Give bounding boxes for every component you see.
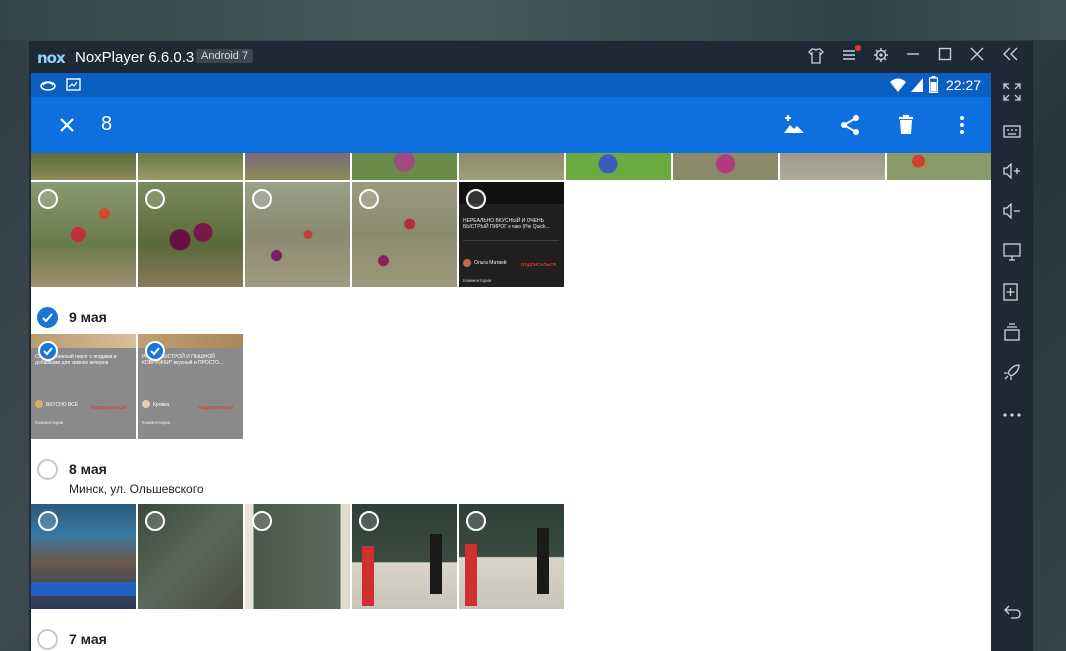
photo-thumbnail[interactable]	[245, 504, 350, 609]
more-options-icon[interactable]	[950, 113, 974, 137]
more-dots-icon[interactable]	[1002, 403, 1022, 423]
location-label: Минск, ул. Ольшевского	[69, 482, 204, 496]
date-header: 9 мая	[69, 309, 107, 325]
status-time: 22:27	[946, 77, 982, 93]
select-circle-checked[interactable]	[145, 341, 165, 361]
theme-shirt-icon[interactable]	[806, 47, 826, 67]
subscribe-label: ПОДПИСАТЬСЯ	[91, 405, 126, 410]
nox-logo: nox	[37, 49, 66, 67]
comments-label: Комментарии	[463, 278, 492, 283]
date-select-checkbox[interactable]	[37, 307, 58, 328]
photo-thumbnail[interactable]	[245, 153, 350, 180]
volume-down-icon[interactable]	[1002, 202, 1022, 223]
photo-thumbnail[interactable]	[566, 153, 671, 180]
date-header: 7 мая	[69, 631, 107, 647]
delete-icon[interactable]	[894, 113, 918, 137]
video-title: НЕРЕАЛЬНО ВКУСНЫЙ И ОЧЕНЬ БЫСТРЫЙ ПИРОГ …	[463, 218, 550, 230]
cloud-icon	[40, 78, 56, 97]
multi-instance-icon[interactable]	[1002, 323, 1022, 343]
photo-thumbnail[interactable]	[459, 504, 564, 609]
select-circle[interactable]	[466, 189, 486, 209]
photo-thumbnail[interactable]	[673, 153, 778, 180]
select-circle[interactable]	[359, 189, 379, 209]
photo-thumbnail[interactable]	[352, 153, 457, 180]
comments-label: Комментарии	[35, 420, 64, 425]
date-select-checkbox[interactable]	[37, 629, 58, 650]
share-icon[interactable]	[838, 113, 862, 137]
photo-thumbnail[interactable]	[31, 182, 136, 287]
wifi-icon	[889, 77, 907, 98]
selection-app-bar: 8	[31, 97, 991, 153]
screen-icon[interactable]	[1002, 243, 1022, 263]
close-icon[interactable]	[967, 47, 987, 67]
gallery-icon	[66, 78, 81, 96]
notification-dot	[855, 45, 861, 51]
channel-name: Ольга Матвей	[474, 260, 507, 266]
comments-label: Комментарии	[142, 420, 171, 425]
photo-thumbnail[interactable]	[352, 182, 457, 287]
keyboard-icon[interactable]	[1002, 123, 1022, 143]
photo-thumbnail[interactable]	[138, 504, 243, 609]
android-screen: 22:27 8 НЕРЕАЛЬНО ВКУСНЫЙ И ОЧЕНЬ БЫСТРЫ…	[31, 73, 991, 651]
photo-thumbnail[interactable]	[31, 153, 136, 180]
select-circle[interactable]	[466, 511, 486, 531]
select-circle[interactable]	[252, 189, 272, 209]
apk-install-icon[interactable]	[1002, 283, 1022, 303]
select-circle-checked[interactable]	[38, 341, 58, 361]
photo-thumbnail[interactable]	[138, 182, 243, 287]
date-select-checkbox[interactable]	[37, 459, 58, 480]
video-screenshot-thumbnail[interactable]: Рецепт БЫСТРОЙ И ПЫШНОЙ КОВРИЖКИ* вкусны…	[138, 334, 243, 439]
select-circle[interactable]	[145, 189, 165, 209]
photo-thumbnail[interactable]	[138, 153, 243, 180]
subscribe-label: ПОДПИСАТЬСЯ	[198, 405, 233, 410]
maximize-icon[interactable]	[935, 47, 955, 67]
desktop-background	[0, 0, 1066, 40]
select-circle[interactable]	[145, 511, 165, 531]
video-screenshot-thumbnail[interactable]: НЕРЕАЛЬНО ВКУСНЫЙ И ОЧЕНЬ БЫСТРЫЙ ПИРОГ …	[459, 182, 564, 287]
gear-icon[interactable]	[871, 47, 891, 67]
android-version-badge: Android 7	[196, 49, 254, 63]
photo-thumbnail[interactable]	[459, 153, 564, 180]
channel-name: ВКУСНО ВСЁ	[46, 402, 79, 408]
subscribe-label: ПОДПИСАТЬСЯ	[521, 262, 556, 267]
select-circle[interactable]	[252, 511, 272, 531]
date-header: 8 мая	[69, 461, 107, 477]
channel-name: Кровка	[153, 402, 170, 408]
minimize-icon[interactable]	[903, 47, 923, 67]
battery-icon	[928, 76, 939, 98]
status-bar: 22:27	[31, 73, 991, 97]
photo-grid: НЕРЕАЛЬНО ВКУСНЫЙ И ОЧЕНЬ БЫСТРЫЙ ПИРОГ …	[31, 153, 991, 651]
back-icon[interactable]	[1002, 604, 1022, 624]
photo-thumbnail[interactable]	[245, 182, 350, 287]
photo-thumbnail[interactable]	[780, 153, 885, 180]
photo-thumbnail[interactable]	[352, 504, 457, 609]
fullscreen-icon[interactable]	[1002, 83, 1022, 103]
video-screenshot-thumbnail[interactable]: Сочный, нежный пирог с ягодами и добавка…	[31, 334, 136, 439]
emulator-sidebar	[991, 73, 1033, 651]
photo-thumbnail[interactable]	[31, 504, 136, 609]
close-selection-icon[interactable]	[55, 113, 79, 137]
signal-icon	[910, 77, 924, 98]
title-bar: nox NoxPlayer 6.6.0.3 Android 7	[29, 41, 1033, 73]
select-circle[interactable]	[38, 189, 58, 209]
collapse-sidebar-icon[interactable]	[1001, 47, 1021, 67]
selected-count: 8	[101, 113, 113, 135]
photo-thumbnail[interactable]	[887, 153, 991, 180]
select-circle[interactable]	[359, 511, 379, 531]
volume-up-icon[interactable]	[1002, 162, 1022, 183]
rocket-icon[interactable]	[1002, 363, 1022, 383]
select-circle[interactable]	[38, 511, 58, 531]
window-title: NoxPlayer 6.6.0.3	[75, 49, 195, 66]
add-photo-icon[interactable]	[782, 113, 806, 137]
emulator-window: nox NoxPlayer 6.6.0.3 Android 7 22:27 8 …	[29, 41, 1033, 651]
